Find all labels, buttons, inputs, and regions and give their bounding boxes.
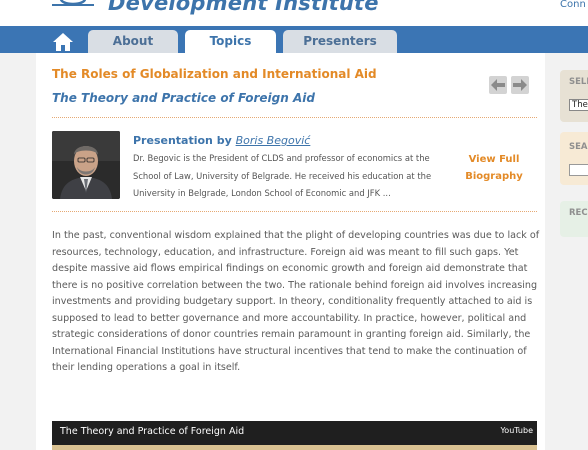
connect-link[interactable]: Conn <box>560 0 586 10</box>
select-panel-label: SELE <box>569 77 588 87</box>
tab-presenters[interactable]: Presenters <box>283 30 397 53</box>
bio-line: Dr. Begovic is the President of CLDS and… <box>133 153 430 163</box>
search-panel: SEAR <box>560 132 588 185</box>
home-button[interactable] <box>52 32 74 52</box>
presenter-heading: Presentation by Boris Begović <box>133 134 310 147</box>
video-title[interactable]: The Theory and Practice of Foreign Aid <box>60 426 244 437</box>
arrow-right-icon <box>513 79 527 91</box>
topic-description: In the past, conventional wisdom explain… <box>52 230 540 373</box>
divider <box>52 117 537 118</box>
presenter-photo[interactable] <box>52 131 120 199</box>
presenter-prefix: Presentation by <box>133 134 236 147</box>
view-full-biography-link[interactable]: View Full Biography <box>458 151 530 185</box>
video-thumbnail <box>52 445 537 450</box>
previous-button[interactable] <box>489 76 507 94</box>
video-player[interactable]: The Theory and Practice of Foreign Aid Y… <box>52 421 537 450</box>
logo-icon <box>52 0 94 6</box>
youtube-logo[interactable]: YouTube <box>500 426 533 435</box>
site-header: Development Institute Conn <box>0 0 588 26</box>
topic-select[interactable]: The <box>569 99 588 111</box>
site-title[interactable]: Development Institute <box>108 0 379 15</box>
view-bio-line: Biography <box>465 171 523 182</box>
divider <box>52 211 537 212</box>
presenter-portrait-icon <box>52 131 120 199</box>
home-icon <box>53 33 73 51</box>
search-input[interactable] <box>569 164 588 176</box>
bio-line: University in Belgrade, London School of… <box>133 188 391 198</box>
presenter-bio: Dr. Begovic is the President of CLDS and… <box>133 150 433 203</box>
arrow-left-icon <box>491 79 505 91</box>
recent-panel: REC <box>560 201 588 237</box>
search-panel-label: SEAR <box>569 142 588 152</box>
tab-about[interactable]: About <box>88 30 178 53</box>
next-button[interactable] <box>511 76 529 94</box>
tab-topics[interactable]: Topics <box>185 30 276 54</box>
presenter-name-link[interactable]: Boris Begović <box>236 134 311 147</box>
select-panel: SELE The <box>560 70 588 122</box>
presentation-subtitle: The Theory and Practice of Foreign Aid <box>52 91 315 105</box>
recent-panel-label: REC <box>569 208 588 218</box>
bio-line: School of Law, University of Belgrade. H… <box>133 170 432 181</box>
topic-title: The Roles of Globalization and Internati… <box>52 67 377 81</box>
view-bio-line: View Full <box>468 154 520 165</box>
